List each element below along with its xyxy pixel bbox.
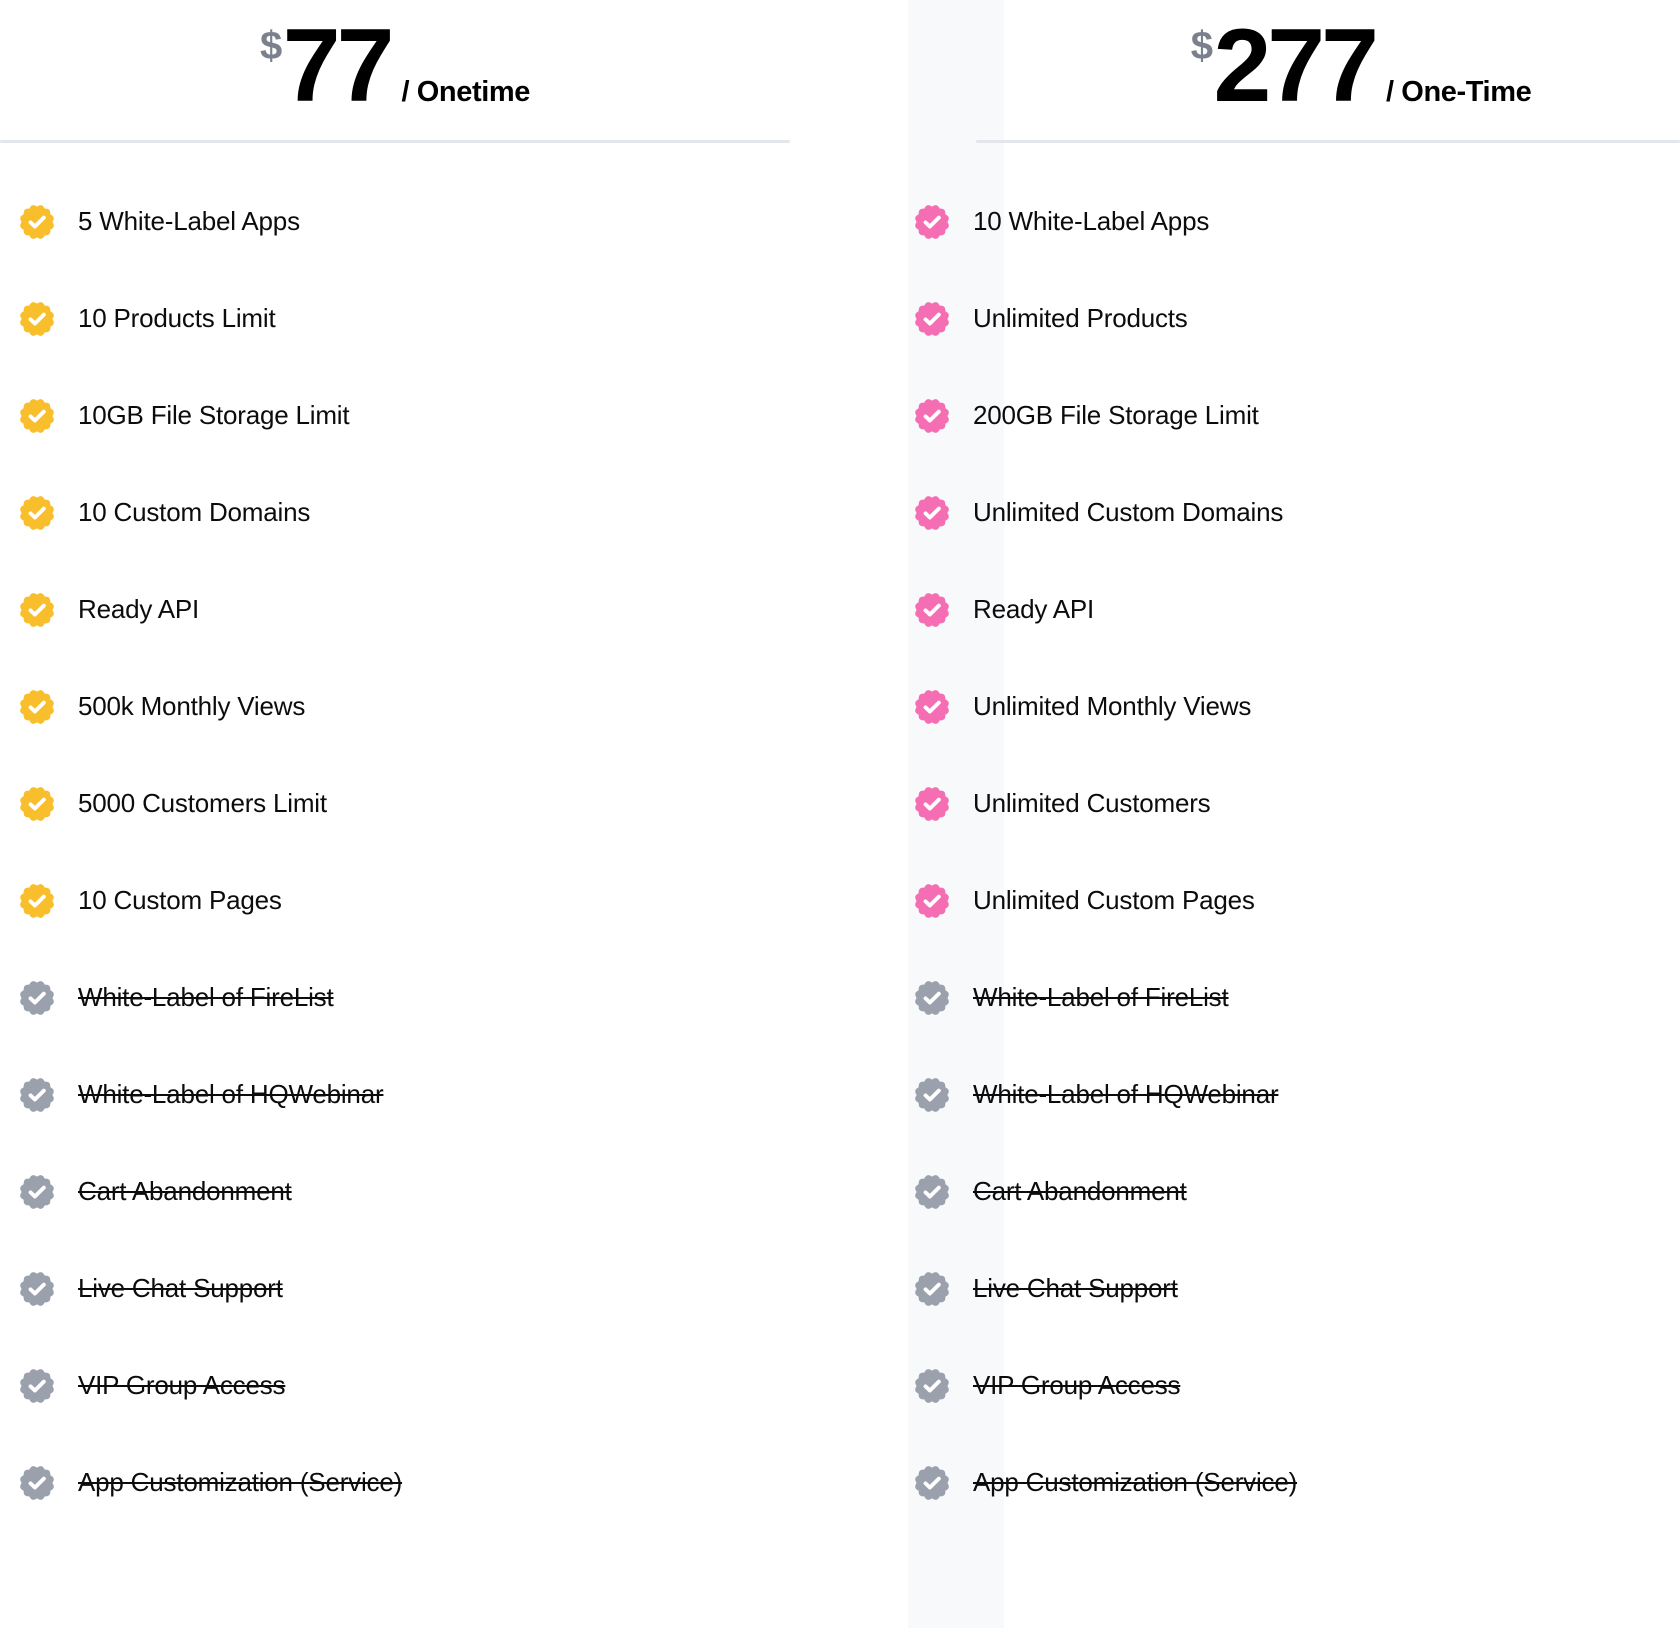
- feature-label: Cart Abandonment: [973, 1176, 1187, 1206]
- check-badge-icon: [20, 301, 54, 336]
- check-badge-icon: [20, 689, 54, 724]
- check-badge-disabled-icon: [915, 980, 949, 1015]
- feature-row: Ready API: [913, 561, 1680, 658]
- check-badge-disabled-icon: [20, 1077, 54, 1112]
- feature-row: VIP Group Access: [913, 1337, 1680, 1434]
- feature-row: White-Label of FireList: [913, 949, 1680, 1046]
- feature-label: Unlimited Customers: [973, 788, 1211, 818]
- feature-row: Live Chat Support: [18, 1240, 908, 1337]
- check-badge-disabled-icon: [915, 1368, 949, 1403]
- check-badge-icon: [915, 689, 949, 724]
- feature-row: White-Label of HQWebinar: [913, 1046, 1680, 1143]
- feature-label: App Customization (Service): [78, 1467, 403, 1497]
- feature-label: White-Label of FireList: [973, 982, 1229, 1012]
- pricing-comparison: $ 77 / Onetime 5 White-Label Apps 10 Prod…: [0, 0, 1680, 1628]
- price-amount: 77: [282, 8, 395, 124]
- feature-label: App Customization (Service): [973, 1467, 1298, 1497]
- check-badge-disabled-icon: [20, 980, 54, 1015]
- plan-column-one: $ 77 / Onetime 5 White-Label Apps 10 Prod…: [0, 0, 908, 1628]
- check-badge-icon: [20, 495, 54, 530]
- check-badge-icon: [915, 495, 949, 530]
- check-badge-icon: [20, 204, 54, 239]
- check-badge-icon: [915, 301, 949, 336]
- feature-label: White-Label of HQWebinar: [973, 1079, 1279, 1109]
- plan-one-feature-list: 5 White-Label Apps 10 Products Limit 10GB …: [0, 143, 908, 1531]
- check-badge-icon: [20, 398, 54, 433]
- feature-label: 10 Custom Pages: [78, 885, 282, 915]
- feature-row: 10 Custom Pages: [18, 852, 908, 949]
- check-badge-disabled-icon: [20, 1465, 54, 1500]
- feature-label: Unlimited Products: [973, 303, 1188, 333]
- feature-label: Live Chat Support: [78, 1273, 283, 1303]
- currency-symbol: $: [1190, 24, 1213, 68]
- feature-label: White-Label of FireList: [78, 982, 334, 1012]
- feature-label: 200GB File Storage Limit: [973, 400, 1259, 430]
- feature-label: 10 Custom Domains: [78, 497, 311, 527]
- feature-row: 500k Monthly Views: [18, 658, 908, 755]
- feature-label: Ready API: [973, 594, 1095, 624]
- check-badge-disabled-icon: [915, 1077, 949, 1112]
- feature-row: Cart Abandonment: [913, 1143, 1680, 1240]
- check-badge-icon: [20, 883, 54, 918]
- check-badge-disabled-icon: [915, 1174, 949, 1209]
- check-badge-icon: [20, 786, 54, 821]
- billing-period: / One-Time: [1385, 76, 1532, 108]
- feature-label: Cart Abandonment: [78, 1176, 292, 1206]
- feature-row: App Customization (Service): [18, 1434, 908, 1531]
- check-badge-icon: [915, 592, 949, 627]
- feature-row: Unlimited Monthly Views: [913, 658, 1680, 755]
- feature-row: VIP Group Access: [18, 1337, 908, 1434]
- feature-row: App Customization (Service): [913, 1434, 1680, 1531]
- feature-row: 200GB File Storage Limit: [913, 367, 1680, 464]
- plan-column-two: $ 277 / One-Time 10 White-Label Apps Unli…: [908, 0, 1680, 1628]
- feature-label: Ready API: [78, 594, 200, 624]
- feature-row: Unlimited Products: [913, 270, 1680, 367]
- check-badge-disabled-icon: [915, 1271, 949, 1306]
- check-badge-icon: [915, 883, 949, 918]
- feature-row: White-Label of HQWebinar: [18, 1046, 908, 1143]
- check-badge-disabled-icon: [915, 1465, 949, 1500]
- price-amount: 277: [1213, 8, 1379, 124]
- billing-period: / Onetime: [401, 76, 530, 108]
- plan-two-feature-list: 10 White-Label Apps Unlimited Products 200…: [908, 143, 1680, 1531]
- feature-label: 5 White-Label Apps: [78, 206, 300, 236]
- feature-label: White-Label of HQWebinar: [78, 1079, 384, 1109]
- feature-row: 10 Custom Domains: [18, 464, 908, 561]
- feature-row: 10 White-Label Apps: [913, 173, 1680, 270]
- check-badge-icon: [20, 592, 54, 627]
- feature-label: Live Chat Support: [973, 1273, 1178, 1303]
- feature-label: 10GB File Storage Limit: [78, 400, 350, 430]
- check-badge-icon: [915, 204, 949, 239]
- feature-row: Unlimited Custom Domains: [913, 464, 1680, 561]
- feature-row: Unlimited Customers: [913, 755, 1680, 852]
- feature-label: 500k Monthly Views: [78, 691, 306, 721]
- plan-one-price-header: $ 77 / Onetime: [0, 0, 908, 118]
- feature-row: Ready API: [18, 561, 908, 658]
- feature-label: 5000 Customers Limit: [78, 788, 327, 818]
- feature-row: 5 White-Label Apps: [18, 173, 908, 270]
- feature-row: 10 Products Limit: [18, 270, 908, 367]
- feature-label: 10 Products Limit: [78, 303, 276, 333]
- feature-label: VIP Group Access: [78, 1370, 286, 1400]
- feature-label: Unlimited Custom Pages: [973, 885, 1255, 915]
- check-badge-disabled-icon: [20, 1174, 54, 1209]
- feature-label: Unlimited Monthly Views: [973, 691, 1252, 721]
- feature-label: 10 White-Label Apps: [973, 206, 1210, 236]
- feature-row: White-Label of FireList: [18, 949, 908, 1046]
- plan-two-price-header: $ 277 / One-Time: [908, 0, 1680, 118]
- check-badge-icon: [915, 398, 949, 433]
- feature-row: Cart Abandonment: [18, 1143, 908, 1240]
- feature-row: Live Chat Support: [913, 1240, 1680, 1337]
- feature-label: Unlimited Custom Domains: [973, 497, 1284, 527]
- feature-row: 5000 Customers Limit: [18, 755, 908, 852]
- feature-row: Unlimited Custom Pages: [913, 852, 1680, 949]
- feature-row: 10GB File Storage Limit: [18, 367, 908, 464]
- currency-symbol: $: [260, 24, 282, 68]
- check-badge-disabled-icon: [20, 1271, 54, 1306]
- check-badge-disabled-icon: [20, 1368, 54, 1403]
- feature-label: VIP Group Access: [973, 1370, 1181, 1400]
- check-badge-icon: [915, 786, 949, 821]
